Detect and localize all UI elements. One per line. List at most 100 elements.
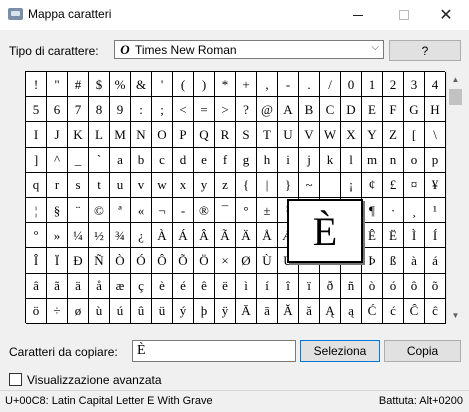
char-cell[interactable]: [ — [404, 122, 425, 148]
char-cell[interactable]: ó — [383, 273, 404, 299]
char-cell[interactable]: 1 — [362, 72, 383, 98]
char-cell[interactable]: ã — [47, 273, 68, 299]
char-cell[interactable]: - — [278, 72, 299, 98]
advanced-view-checkbox[interactable] — [9, 373, 22, 386]
char-cell[interactable]: í — [257, 273, 278, 299]
char-cell[interactable]: » — [47, 223, 68, 249]
char-cell[interactable]: â — [26, 273, 47, 299]
char-cell[interactable]: ô — [404, 273, 425, 299]
char-cell[interactable]: K — [68, 122, 89, 148]
char-cell[interactable]: Ą — [320, 298, 341, 324]
help-button[interactable]: ? — [389, 40, 461, 61]
char-cell[interactable]: º — [26, 223, 47, 249]
char-cell[interactable]: c — [152, 147, 173, 173]
char-cell[interactable]: R — [215, 122, 236, 148]
char-cell[interactable]: Õ — [173, 248, 194, 274]
char-cell[interactable]: _ — [68, 147, 89, 173]
char-cell[interactable]: T — [257, 122, 278, 148]
char-cell[interactable]: Ô — [152, 248, 173, 274]
char-cell[interactable]: r — [47, 172, 68, 198]
char-cell[interactable]: Ð — [68, 248, 89, 274]
char-cell[interactable]: U — [278, 122, 299, 148]
char-cell[interactable]: à — [404, 248, 425, 274]
char-cell[interactable]: i — [278, 147, 299, 173]
char-cell[interactable]: À — [152, 223, 173, 249]
char-cell[interactable]: } — [278, 172, 299, 198]
char-cell[interactable]: W — [320, 122, 341, 148]
char-cell[interactable]: Ì — [404, 223, 425, 249]
char-cell[interactable]: p — [425, 147, 446, 173]
char-cell[interactable]: D — [341, 97, 362, 123]
char-cell[interactable]: w — [152, 172, 173, 198]
char-cell[interactable]: / — [320, 72, 341, 98]
char-cell[interactable]: L — [89, 122, 110, 148]
char-cell[interactable]: ¡ — [341, 172, 362, 198]
scroll-up-icon[interactable]: ▲ — [447, 71, 464, 87]
char-cell[interactable]: z — [215, 172, 236, 198]
char-cell[interactable]: = — [194, 97, 215, 123]
char-cell[interactable]: û — [131, 298, 152, 324]
char-cell[interactable]: ù — [89, 298, 110, 324]
char-cell[interactable]: © — [89, 197, 110, 224]
char-cell[interactable]: õ — [425, 273, 446, 299]
char-cell[interactable]: ¬ — [152, 197, 173, 224]
char-cell[interactable]: n — [383, 147, 404, 173]
char-cell[interactable]: 9 — [110, 97, 131, 123]
char-cell[interactable]: ĉ — [425, 298, 446, 324]
char-cell[interactable]: Î — [26, 248, 47, 274]
char-cell[interactable]: 3 — [404, 72, 425, 98]
char-cell[interactable]: b — [131, 147, 152, 173]
char-cell[interactable]: C — [320, 97, 341, 123]
char-cell[interactable]: & — [131, 72, 152, 98]
char-cell[interactable]: Ć — [362, 298, 383, 324]
char-cell[interactable]: S — [236, 122, 257, 148]
char-cell[interactable]: ¥ — [425, 172, 446, 198]
char-cell[interactable]: k — [320, 147, 341, 173]
char-cell[interactable]: £ — [383, 172, 404, 198]
char-cell[interactable]: 2 — [383, 72, 404, 98]
char-cell[interactable]: f — [215, 147, 236, 173]
char-cell[interactable]: ñ — [341, 273, 362, 299]
char-cell[interactable]: H — [425, 97, 446, 123]
char-cell[interactable]: N — [131, 122, 152, 148]
char-cell[interactable]: ö — [26, 298, 47, 324]
select-button[interactable]: Seleziona — [300, 340, 380, 362]
char-cell[interactable]: < — [173, 97, 194, 123]
char-cell[interactable]: " — [47, 72, 68, 98]
close-button[interactable]: ✕ — [423, 0, 469, 30]
char-cell[interactable]: ; — [152, 97, 173, 123]
char-cell[interactable]: Ă — [278, 298, 299, 324]
char-cell[interactable]: ¦ — [26, 197, 47, 224]
char-cell[interactable]: ¨ — [68, 197, 89, 224]
char-cell[interactable]: Ê — [362, 223, 383, 249]
char-cell[interactable]: ø — [68, 298, 89, 324]
char-cell[interactable]: ü — [152, 298, 173, 324]
char-cell[interactable]: 6 — [47, 97, 68, 123]
char-cell[interactable]: ā — [257, 298, 278, 324]
char-cell[interactable]: ß — [383, 248, 404, 274]
char-cell[interactable]: Ñ — [89, 248, 110, 274]
char-cell[interactable]: á — [425, 248, 446, 274]
char-cell[interactable]: 0 — [341, 72, 362, 98]
char-cell[interactable]: ½ — [89, 223, 110, 249]
char-cell[interactable]: F — [383, 97, 404, 123]
char-cell[interactable]: Ù — [257, 248, 278, 274]
char-cell[interactable]: ¼ — [68, 223, 89, 249]
char-cell[interactable]: ¢ — [362, 172, 383, 198]
char-cell[interactable]: Ï — [47, 248, 68, 274]
scrollbar-thumb[interactable] — [449, 89, 462, 105]
char-cell[interactable]: , — [257, 72, 278, 98]
char-cell[interactable]: § — [47, 197, 68, 224]
char-cell[interactable]: ) — [194, 72, 215, 98]
char-cell[interactable]: ~ — [299, 172, 320, 198]
char-cell[interactable]: o — [404, 147, 425, 173]
char-cell[interactable]: ý — [173, 298, 194, 324]
char-cell[interactable]: þ — [194, 298, 215, 324]
grid-scrollbar[interactable]: ▲ ▼ — [446, 71, 464, 323]
char-cell[interactable]: ì — [236, 273, 257, 299]
char-cell[interactable]: ` — [89, 147, 110, 173]
char-cell[interactable]: Q — [194, 122, 215, 148]
char-cell[interactable]: ( — [173, 72, 194, 98]
char-cell[interactable]: é — [173, 273, 194, 299]
char-cell[interactable]: ¾ — [110, 223, 131, 249]
